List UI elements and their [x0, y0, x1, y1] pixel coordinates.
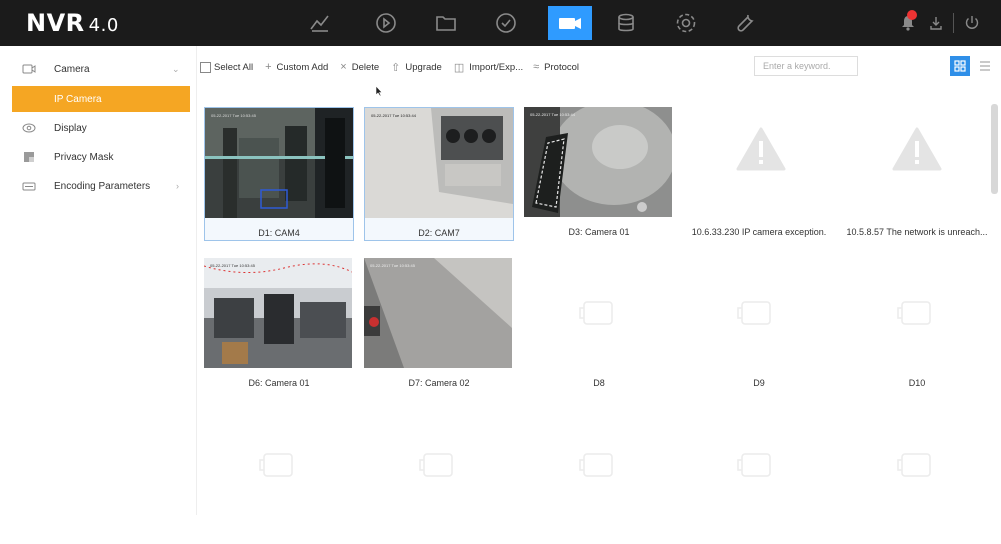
camera-thumbnail: 05-22-2017 Tue 10:53:45 — [364, 258, 512, 368]
smart-analysis-icon[interactable] — [488, 6, 524, 40]
notification-badge — [907, 10, 917, 20]
mouse-cursor-icon — [375, 85, 383, 97]
svg-text:05-22-2017 Tue 10:53:45: 05-22-2017 Tue 10:53:45 — [211, 113, 257, 118]
toolbar: Select All + Custom Add × Delete ⇧ Upgrade … — [200, 56, 591, 78]
camera-icon[interactable] — [548, 6, 592, 40]
sidebar: Camera ⌄ IP Camera Display Privacy Mask … — [0, 46, 197, 515]
select-all-checkbox[interactable]: Select All — [200, 61, 253, 73]
tile-label: 10.5.8.57 The network is unreach... — [846, 227, 988, 237]
protocol-button[interactable]: ≈ Protocol — [533, 61, 579, 73]
tile-label: D9 — [753, 378, 765, 388]
camera-tile-empty[interactable]: D8 — [524, 258, 674, 392]
camera-tile-empty[interactable]: D9 — [684, 258, 834, 392]
file-management-icon[interactable] — [428, 6, 464, 40]
live-view-icon[interactable] — [302, 6, 338, 40]
maintenance-icon[interactable] — [728, 6, 764, 40]
camera-placeholder-icon — [737, 301, 771, 325]
close-icon: × — [340, 61, 347, 73]
camera-tile-empty[interactable] — [364, 410, 514, 544]
camera-icon — [22, 64, 36, 74]
scrollbar[interactable] — [991, 104, 998, 194]
top-bar: NVR 4.0 — [0, 0, 1001, 46]
svg-text:05-22-2017 Tue 10:53:45: 05-22-2017 Tue 10:53:45 — [370, 263, 416, 268]
list-view-button[interactable] — [976, 56, 994, 76]
upgrade-button[interactable]: ⇧ Upgrade — [391, 61, 442, 74]
tile-label: D1: CAM4 — [258, 228, 300, 238]
app-logo: NVR 4.0 — [26, 9, 119, 37]
camera-tile[interactable]: 05-22-2017 Tue 10:53:44 D2: CAM7 — [364, 107, 514, 241]
sidebar-item-display[interactable]: Display — [0, 115, 196, 141]
camera-placeholder-icon — [259, 453, 293, 477]
warning-icon — [736, 127, 786, 171]
camera-tile[interactable]: 05-22-2017 Tue 10:53:44 D3: Camera 01 — [524, 107, 674, 241]
eye-icon — [22, 123, 36, 133]
protocol-icon: ≈ — [533, 61, 540, 73]
tile-label: D2: CAM7 — [418, 228, 460, 238]
custom-add-button[interactable]: + Custom Add — [265, 61, 328, 73]
grid-icon — [954, 60, 966, 72]
camera-placeholder-icon — [737, 453, 771, 477]
camera-placeholder-icon — [897, 453, 931, 477]
camera-placeholder-icon — [579, 453, 613, 477]
tile-label: D8 — [593, 378, 605, 388]
camera-tile[interactable]: 05-22-2017 Tue 10:53:45 D1: CAM4 — [204, 107, 354, 241]
mask-icon — [24, 152, 34, 162]
tile-label: D3: Camera 01 — [568, 227, 630, 237]
tile-label: 10.6.33.230 IP camera exception. — [691, 227, 827, 237]
tile-label: D7: Camera 02 — [408, 378, 470, 388]
svg-text:05-22-2017 Tue 10:53:44: 05-22-2017 Tue 10:53:44 — [530, 112, 576, 117]
chevron-down-icon: ⌄ — [172, 63, 180, 74]
camera-tile-warning[interactable]: 10.5.8.57 The network is unreach... — [842, 107, 992, 241]
upgrade-icon: ⇧ — [391, 61, 401, 74]
import-export-button[interactable]: ◫ Import/Exp... — [454, 61, 523, 74]
camera-placeholder-icon — [419, 453, 453, 477]
camera-placeholder-icon — [579, 301, 613, 325]
camera-thumbnail: 05-22-2017 Tue 10:53:44 — [365, 108, 513, 218]
chevron-right-icon: › — [176, 181, 179, 191]
camera-tile-empty[interactable] — [842, 410, 992, 544]
list-icon — [980, 61, 990, 71]
import-icon: ◫ — [453, 61, 465, 74]
power-icon[interactable] — [962, 12, 982, 34]
playback-icon[interactable] — [368, 6, 404, 40]
svg-text:05-22-2017 Tue 10:53:45: 05-22-2017 Tue 10:53:45 — [210, 263, 256, 268]
encoding-icon — [22, 182, 36, 191]
camera-tile[interactable]: 05-22-2017 Tue 10:53:45 D7: Camera 02 — [364, 258, 514, 392]
camera-placeholder-icon — [897, 301, 931, 325]
camera-thumbnail: 05-22-2017 Tue 10:53:45 — [205, 108, 353, 218]
camera-thumbnail: 05-22-2017 Tue 10:53:45 — [204, 258, 352, 368]
header-divider — [953, 13, 954, 33]
camera-tile-warning[interactable]: 10.6.33.230 IP camera exception. — [684, 107, 834, 241]
svg-text:05-22-2017 Tue 10:53:44: 05-22-2017 Tue 10:53:44 — [371, 113, 417, 118]
camera-tile-empty[interactable]: D10 — [842, 258, 992, 392]
checkbox-icon — [200, 61, 211, 73]
delete-button[interactable]: × Delete — [340, 61, 379, 73]
tile-label: D6: Camera 01 — [248, 378, 310, 388]
warning-icon — [892, 127, 942, 171]
tile-label: D10 — [908, 378, 926, 388]
sidebar-item-encoding-parameters[interactable]: Encoding Parameters › — [0, 173, 196, 199]
camera-tile-empty[interactable] — [204, 410, 354, 544]
camera-tile-empty[interactable] — [524, 410, 674, 544]
camera-thumbnail: 05-22-2017 Tue 10:53:44 — [524, 107, 672, 217]
plus-icon: + — [265, 61, 272, 73]
sidebar-item-privacy-mask[interactable]: Privacy Mask — [0, 144, 196, 170]
sidebar-item-camera[interactable]: Camera ⌄ — [0, 56, 196, 82]
grid-view-button[interactable] — [950, 56, 970, 76]
camera-tile-empty[interactable] — [684, 410, 834, 544]
export-icon[interactable] — [926, 12, 946, 34]
storage-icon[interactable] — [608, 6, 644, 40]
camera-tile[interactable]: 05-22-2017 Tue 10:53:45 D6: Camera 01 — [204, 258, 354, 392]
search-input[interactable]: Enter a keyword. — [754, 56, 858, 76]
system-icon[interactable] — [668, 6, 704, 40]
sidebar-item-ip-camera[interactable]: IP Camera — [12, 86, 190, 112]
